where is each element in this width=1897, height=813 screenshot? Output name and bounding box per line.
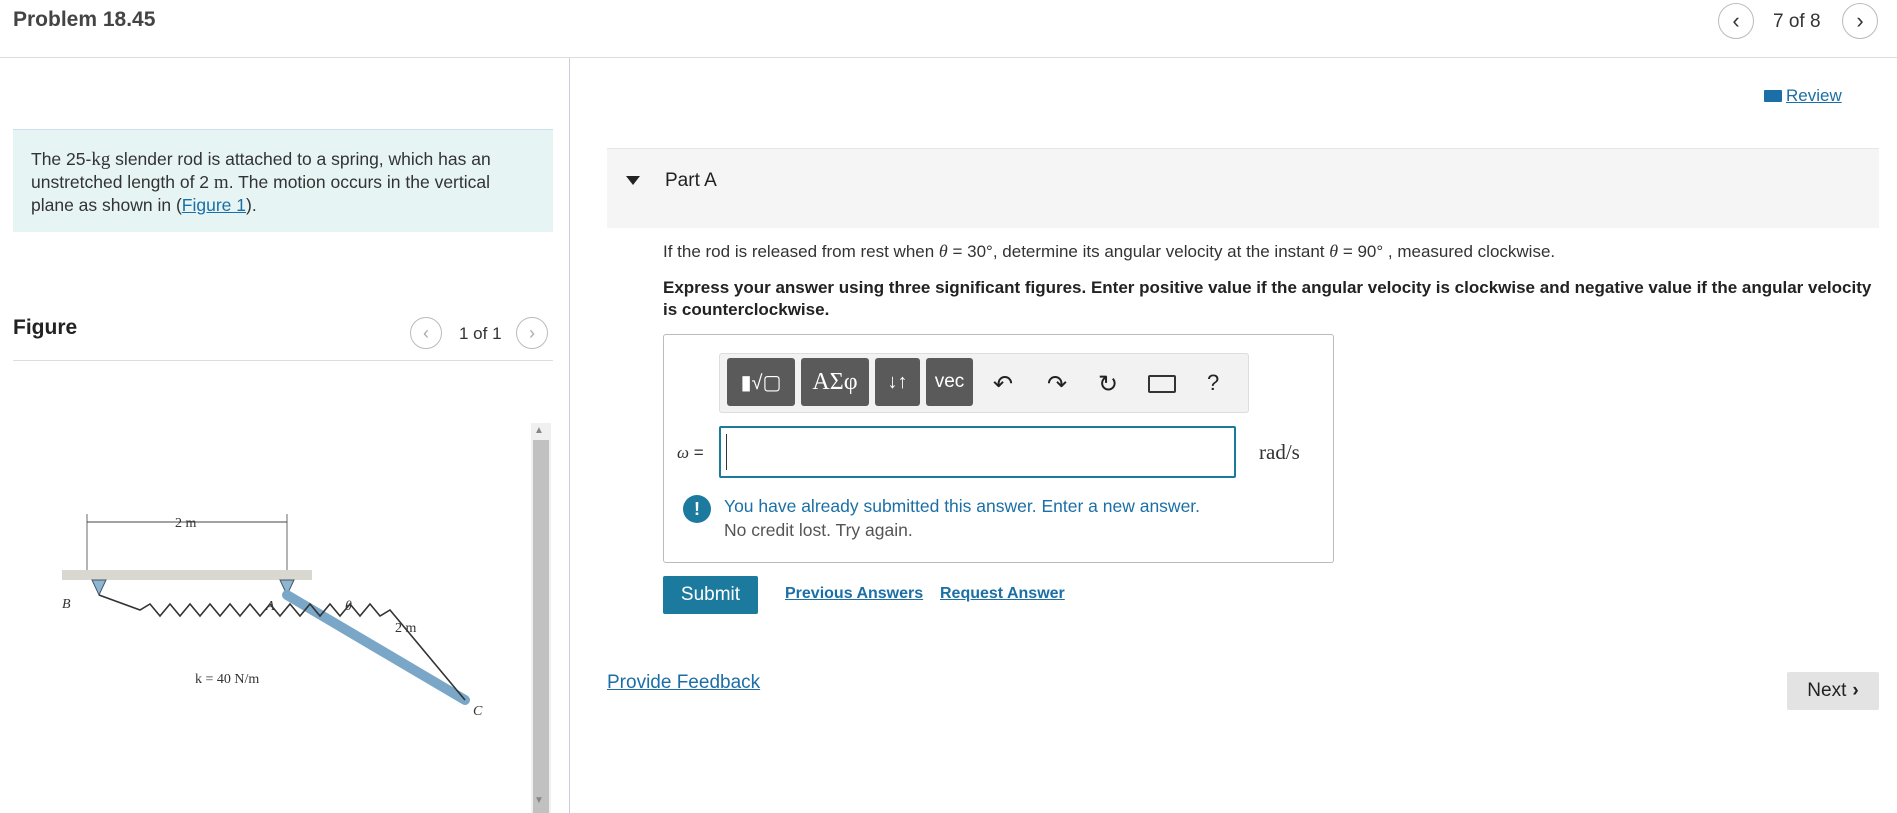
label-rod-length: 2 m [395,621,417,636]
figure-prev-button[interactable]: ‹ [410,317,442,349]
redo-icon[interactable]: ↷ [1047,370,1067,399]
label-spring: k = 40 N/m [195,672,259,687]
label-c: C [473,704,483,719]
problem-title: Problem 18.45 [13,8,156,31]
label-a: A [265,599,275,614]
question-text: If the rod is released from rest when θ … [663,241,1556,261]
request-answer-link[interactable]: Request Answer [940,585,1065,603]
collapse-caret-icon[interactable] [626,176,640,185]
submit-button[interactable]: Submit [663,576,758,614]
help-button[interactable]: ? [1207,370,1219,396]
arrows-button[interactable]: ↓↑ [875,358,920,406]
divider [13,360,553,361]
next-button[interactable]: Next › [1787,672,1879,710]
chevron-left-icon: ‹ [1732,8,1740,33]
book-icon [1764,90,1782,102]
pin-b [91,579,107,597]
vector-button[interactable]: vec [926,358,973,406]
spring [98,594,466,701]
figure-diagram: 2 m B A θ 2 m k = 40 N/m C [62,514,483,719]
part-title: Part A [665,170,717,191]
scrollbar-thumb[interactable] [533,440,549,813]
figure-heading: Figure [13,316,78,339]
reset-icon[interactable]: ↻ [1098,370,1118,399]
alert-icon: ! [683,495,711,523]
chevron-right-icon: › [529,322,535,343]
previous-answers-link[interactable]: Previous Answers [785,585,923,603]
next-problem-button[interactable]: › [1842,3,1878,39]
chevron-left-icon: ‹ [423,322,429,343]
templates-button[interactable]: ▮√▢ [727,358,795,406]
answer-variable-label: ω = [677,443,704,462]
greek-symbols-button[interactable]: ΑΣφ [801,358,869,406]
ceiling [62,570,312,580]
scroll-down-arrow-icon[interactable]: ▼ [534,795,544,806]
figure-link[interactable]: Figure 1 [182,195,246,215]
chevron-right-icon: › [1852,680,1859,701]
problem-statement: The 25-kg slender rod is attached to a s… [13,129,553,232]
dimension-label-top: 2 m [175,516,197,531]
answer-input[interactable] [719,426,1236,478]
review-link[interactable]: Review [1764,86,1842,106]
previous-problem-button[interactable]: ‹ [1718,3,1754,39]
figure-counter: 1 of 1 [459,324,502,343]
unit-label: rad/s [1259,440,1300,464]
provide-feedback-link[interactable]: Provide Feedback [607,672,760,694]
alert-message: You have already submitted this answer. … [724,496,1201,516]
chevron-right-icon: › [1856,8,1864,33]
scroll-up-arrow-icon[interactable]: ▲ [534,425,544,436]
problem-counter: 7 of 8 [1773,11,1821,32]
figure-next-button[interactable]: › [516,317,548,349]
part-header[interactable] [607,148,1879,228]
header-bar: Problem 18.45 ‹ 7 of 8 › [0,0,1897,58]
instructions-text: Express your answer using three signific… [663,278,1872,319]
undo-icon[interactable]: ↶ [993,370,1013,399]
text-cursor [726,434,727,470]
label-theta: θ [345,599,352,614]
alert-submessage: No credit lost. Try again. [724,520,913,540]
keyboard-icon[interactable] [1148,375,1176,393]
label-b: B [62,597,71,612]
